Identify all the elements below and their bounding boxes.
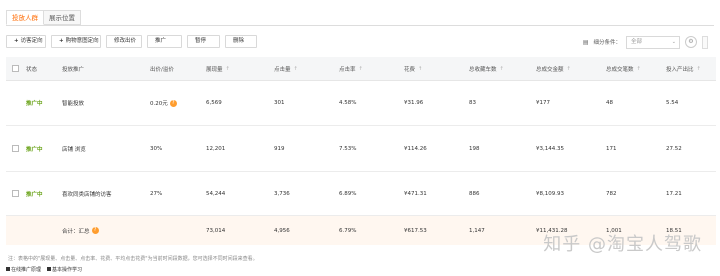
header-clicks[interactable]: 点击量 ↑ — [274, 57, 298, 80]
help-icon[interactable]: ? — [91, 227, 99, 234]
header-impressions[interactable]: 展现量 ↑ — [206, 57, 230, 80]
header-bid: 出价/溢价 — [150, 66, 174, 73]
row-checkbox[interactable] — [12, 145, 19, 152]
add-favorite-label: 购物意图定向 — [65, 38, 99, 44]
pause-button[interactable]: 暂停 — [187, 35, 220, 48]
filter-label: 细分条件： — [593, 40, 621, 46]
favorites-value: 83 — [469, 100, 476, 106]
crowd-name[interactable]: 店铺 浏览 — [62, 126, 86, 171]
orders-value: 782 — [606, 190, 617, 197]
scroll-handle[interactable] — [702, 35, 708, 49]
clicks-value: 301 — [274, 100, 285, 106]
edit-bid-button[interactable]: 修改出价 — [106, 35, 142, 48]
bid-value[interactable]: 30% — [150, 126, 162, 171]
orders-value: 171 — [606, 145, 617, 152]
plus-icon: + — [59, 38, 64, 44]
sort-arrow-icon: ↑ — [358, 65, 363, 72]
favorites-value: 886 — [469, 190, 480, 197]
clicks-value: 919 — [274, 145, 285, 152]
status-badge: 推广中 — [26, 191, 43, 198]
header-orders[interactable]: 总成交笔数 ↑ — [606, 57, 641, 80]
tab-crowd[interactable]: 投放人群 — [6, 10, 44, 25]
gear-icon[interactable]: ⚙ — [685, 36, 697, 48]
header-amount[interactable]: 总成交金额 ↑ — [536, 57, 571, 80]
footer-link-basics[interactable]: 基本操作学习 — [47, 266, 82, 273]
ctr-value: 4.58% — [339, 100, 357, 106]
ctr-value: 7.53% — [339, 145, 357, 152]
cost-value: ¥471.31 — [404, 190, 427, 197]
roi-value: 17.21 — [666, 190, 682, 197]
sort-arrow-icon: ↑ — [293, 65, 298, 72]
bid-value[interactable]: 27% — [150, 172, 162, 215]
total-ctr: 6.79% — [339, 227, 357, 234]
total-favorites: 1,147 — [469, 227, 485, 234]
promote-button[interactable]: 推广 — [147, 35, 182, 48]
roi-value: 27.52 — [666, 145, 682, 152]
cost-value: ¥114.26 — [404, 145, 427, 152]
table-row: 推广中 店铺 浏览 30% 12,201 919 7.53% ¥114.26 1… — [6, 126, 716, 172]
help-icon[interactable]: ? — [169, 99, 177, 107]
impressions-value: 54,244 — [206, 190, 226, 197]
crowd-name[interactable]: 智能投放 — [62, 81, 84, 125]
table-row: 推广中 智能投放 0.20元? 6,569 301 4.58% ¥31.96 8… — [6, 81, 716, 126]
total-clicks: 4,956 — [274, 227, 290, 234]
sort-arrow-icon: ↑ — [636, 65, 641, 72]
filter-select[interactable]: 全部 ⌄ — [626, 35, 680, 49]
square-icon — [47, 267, 52, 271]
add-crowd-label: 访客定向 — [20, 38, 43, 44]
filter-select-value: 全部 — [631, 38, 643, 45]
amount-value: ¥177 — [536, 100, 550, 106]
header-roi[interactable]: 投入产出比 ↑ — [666, 57, 701, 80]
add-favorite-crowd-button[interactable]: + 购物意图定向 — [51, 35, 101, 48]
sort-arrow-icon: ↑ — [225, 65, 230, 72]
add-crowd-button[interactable]: + 访客定向 — [6, 35, 46, 48]
delete-button[interactable]: 删除 — [225, 35, 257, 48]
chevron-down-icon: ⌄ — [671, 38, 676, 45]
sort-arrow-icon: ↑ — [499, 65, 504, 72]
impressions-value: 12,201 — [206, 145, 226, 152]
header-cost[interactable]: 花费 ↑ — [404, 57, 422, 80]
tab-placement[interactable]: 展示位置 — [44, 10, 81, 25]
status-badge: 推广中 — [26, 101, 43, 107]
sort-arrow-icon: ↑ — [696, 65, 701, 72]
ctr-value: 6.89% — [339, 190, 357, 197]
total-label: 合计：汇总? — [62, 216, 99, 245]
tab-divider — [6, 25, 714, 26]
orders-value: 48 — [606, 100, 613, 106]
table-row: 推广中 喜欢同类店铺的访客 27% 54,244 3,736 6.89% ¥47… — [6, 172, 716, 216]
sort-arrow-icon: ↑ — [566, 65, 571, 72]
header-ctr[interactable]: 点击率 ↑ — [339, 57, 363, 80]
footer-links: 在线推广原理 基本操作学习 — [6, 266, 82, 273]
cost-value: ¥31.96 — [404, 100, 424, 106]
impressions-value: 6,569 — [206, 100, 222, 106]
square-icon — [6, 267, 10, 271]
crowd-name[interactable]: 喜欢同类店铺的访客 — [62, 172, 112, 215]
tab-bar: 投放人群 展示位置 — [6, 10, 81, 26]
total-impressions: 73,014 — [206, 227, 226, 234]
total-cost: ¥617.53 — [404, 227, 427, 234]
watermark: 知乎 @淘宝人驾歌 — [543, 234, 702, 255]
header-status: 状态 — [26, 66, 38, 73]
header-name: 投放推广 — [62, 66, 85, 73]
header-favorites[interactable]: 总收藏车数 ↑ — [469, 57, 504, 80]
footnote: 注：表格中的"展现量、点击量、点击率、花费、平均点击花费"为当前时间段数据，您可… — [8, 256, 258, 262]
toolbar: + 访客定向 + 购物意图定向 修改出价 推广 暂停 删除 — [6, 35, 257, 49]
clicks-value: 3,736 — [274, 190, 290, 197]
favorites-value: 198 — [469, 145, 480, 152]
amount-value: ¥8,109.93 — [536, 190, 564, 197]
footer-link-principle[interactable]: 在线推广原理 — [6, 266, 41, 273]
table-header: 状态 投放推广 出价/溢价 展现量 ↑ 点击量 ↑ 点击率 ↑ 花费 ↑ 总收藏车数 ↑ … — [6, 57, 716, 81]
filter-icon: ▤ — [582, 38, 589, 46]
plus-icon: + — [14, 38, 19, 44]
select-all-checkbox[interactable] — [12, 65, 19, 72]
roi-value: 5.54 — [666, 100, 679, 106]
status-badge: 推广中 — [26, 146, 43, 153]
filter-bar: ▤ 细分条件： 全部 ⌄ ⚙ — [583, 35, 708, 49]
bid-value[interactable]: 0.20元? — [150, 81, 177, 125]
row-checkbox[interactable] — [12, 190, 19, 197]
sort-arrow-icon: ↑ — [418, 65, 423, 72]
amount-value: ¥3,144.35 — [536, 145, 564, 152]
